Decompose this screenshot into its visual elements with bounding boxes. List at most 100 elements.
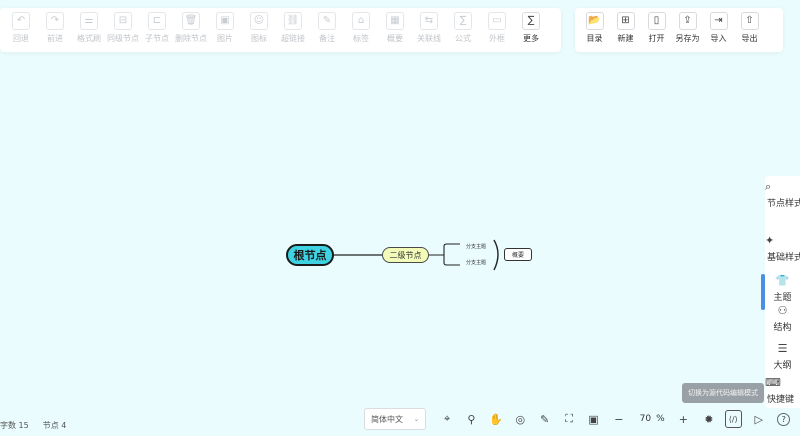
format-painter-label: 格式刷 bbox=[77, 34, 101, 43]
settings-icon[interactable]: ✹ bbox=[700, 410, 717, 428]
outline-label: 大纲 bbox=[773, 361, 792, 371]
help-icon[interactable]: ? bbox=[777, 412, 791, 426]
sibling-node-button[interactable]: ⊟ 同级节点 bbox=[107, 12, 139, 44]
undo-button[interactable]: ↶ 回退 bbox=[5, 12, 37, 44]
hand-icon[interactable]: ✋ bbox=[487, 410, 504, 428]
redo-label: 前进 bbox=[47, 34, 63, 43]
format-painter-icon: ⚌ bbox=[80, 12, 98, 30]
mindmap-canvas: 根节点 二级节点 分支主题 分支主题 概要 bbox=[0, 0, 800, 436]
note-label: 备注 bbox=[319, 34, 335, 43]
icon-label: 图标 bbox=[251, 34, 267, 43]
open-button[interactable]: ▯ 打开 bbox=[643, 12, 671, 44]
outline-icon: ☰ bbox=[777, 342, 788, 355]
root-node[interactable]: 根节点 bbox=[286, 244, 334, 266]
import-icon: ⇥ bbox=[709, 12, 728, 30]
redo-icon: ↷ bbox=[46, 12, 64, 30]
directory-icon: 📂 bbox=[585, 12, 604, 30]
outer-frame-label: 外框 bbox=[489, 34, 505, 43]
new-label: 新建 bbox=[617, 34, 634, 43]
presentation-icon[interactable]: ▷ bbox=[750, 410, 767, 428]
second-level-node[interactable]: 二级节点 bbox=[382, 247, 429, 263]
compass-icon[interactable]: ◎ bbox=[512, 410, 529, 428]
redo-button[interactable]: ↷ 前进 bbox=[39, 12, 71, 44]
fit-screen-icon[interactable]: ⛶ bbox=[560, 410, 577, 428]
locate-icon[interactable]: ⌖ bbox=[438, 410, 455, 428]
side-theme[interactable]: 👕 主题 bbox=[765, 274, 800, 303]
summary-bracket bbox=[493, 239, 499, 271]
side-outline[interactable]: ☰ 大纲 bbox=[765, 342, 800, 371]
second-to-branch-lines bbox=[429, 243, 460, 266]
summary-node[interactable]: 概要 bbox=[504, 248, 532, 261]
mindmap-connectors bbox=[334, 239, 499, 271]
export-label: 导出 bbox=[741, 34, 758, 43]
hyperlink-button[interactable]: ⛓ 超链接 bbox=[277, 12, 309, 44]
formula-button[interactable]: ∑ 公式 bbox=[447, 12, 479, 44]
relation-line-label: 关联线 bbox=[417, 34, 441, 43]
more-button[interactable]: ∑ 更多 bbox=[515, 12, 547, 44]
status-bar: 字数 15 节点 4 bbox=[0, 420, 66, 431]
zoom-value[interactable]: 70 bbox=[638, 414, 651, 424]
import-label: 导入 bbox=[710, 34, 727, 43]
child-node-label: 子节点 bbox=[145, 34, 169, 43]
import-button[interactable]: ⇥ 导入 bbox=[705, 12, 733, 44]
format-painter-button[interactable]: ⚌ 格式刷 bbox=[73, 12, 105, 44]
tag-button[interactable]: ⌂ 标签 bbox=[345, 12, 377, 44]
formula-icon: ∑ bbox=[454, 12, 472, 30]
zoom-out-icon[interactable]: − bbox=[610, 410, 627, 428]
image-label: 图片 bbox=[217, 34, 233, 43]
side-shortcuts[interactable]: ⌨ 快捷键 bbox=[765, 376, 800, 405]
summary-button[interactable]: ▦ 概要 bbox=[379, 12, 411, 44]
undo-label: 回退 bbox=[13, 34, 29, 43]
side-node-style[interactable]: ⌕ 节点样式 bbox=[765, 180, 800, 209]
relation-line-button[interactable]: ⇆ 关联线 bbox=[413, 12, 445, 44]
node-style-label: 节点样式 bbox=[767, 199, 800, 209]
image-button[interactable]: ▣ 图片 bbox=[209, 12, 241, 44]
child-node-button[interactable]: ⊏ 子节点 bbox=[141, 12, 173, 44]
language-select[interactable]: 简体中文 ⌄ bbox=[364, 408, 427, 430]
open-icon: ▯ bbox=[647, 12, 666, 30]
tag-icon: ⌂ bbox=[352, 12, 370, 30]
source-mode-tooltip: 切换为源代码编辑模式 bbox=[682, 383, 764, 403]
branch-node-2[interactable]: 分支主题 bbox=[460, 258, 492, 266]
edit-icon[interactable]: ✎ bbox=[536, 410, 553, 428]
minimap-icon[interactable]: ▣ bbox=[585, 410, 602, 428]
structure-label: 结构 bbox=[773, 323, 792, 333]
sibling-node-icon: ⊟ bbox=[114, 12, 132, 30]
open-label: 打开 bbox=[648, 34, 665, 43]
new-button[interactable]: ⊞ 新建 bbox=[612, 12, 640, 44]
icon-icon: ☺ bbox=[250, 12, 268, 30]
sibling-node-label: 同级节点 bbox=[107, 34, 139, 43]
word-count: 字数 15 bbox=[0, 421, 29, 430]
base-style-label: 基础样式 bbox=[767, 253, 800, 263]
save-as-label: 另存为 bbox=[675, 34, 700, 43]
bottom-toolbar: 简体中文 ⌄ ⌖ ⚲ ✋ ◎ ✎ ⛶ ▣ − 70 % + ✹ ⟨/⟩ ▷ ? bbox=[364, 404, 791, 434]
note-icon: ✎ bbox=[318, 12, 336, 30]
export-button[interactable]: ⇧ 导出 bbox=[736, 12, 764, 44]
search-icon[interactable]: ⚲ bbox=[463, 410, 480, 428]
note-button[interactable]: ✎ 备注 bbox=[311, 12, 343, 44]
new-icon: ⊞ bbox=[616, 12, 635, 30]
image-icon: ▣ bbox=[216, 12, 234, 30]
tag-label: 标签 bbox=[353, 34, 369, 43]
save-as-button[interactable]: ⇪ 另存为 bbox=[674, 12, 702, 44]
structure-icon: ⚇ bbox=[777, 304, 788, 317]
summary-icon: ▦ bbox=[386, 12, 404, 30]
outer-frame-icon: ▭ bbox=[488, 12, 506, 30]
side-structure[interactable]: ⚇ 结构 bbox=[765, 304, 800, 333]
child-node-icon: ⊏ bbox=[148, 12, 166, 30]
icon-button[interactable]: ☺ 图标 bbox=[243, 12, 275, 44]
side-base-style[interactable]: ✦ 基础样式 bbox=[765, 234, 800, 263]
delete-node-label: 删除节点 bbox=[175, 34, 207, 43]
chevron-down-icon: ⌄ bbox=[413, 415, 420, 423]
shortcuts-icon: ⌨ bbox=[765, 376, 781, 389]
delete-node-button[interactable]: 🗑 删除节点 bbox=[175, 12, 207, 44]
directory-button[interactable]: 📂 目录 bbox=[581, 12, 609, 44]
save-as-icon: ⇪ bbox=[678, 12, 697, 30]
undo-icon: ↶ bbox=[12, 12, 30, 30]
file-toolbar: 📂 目录 ⊞ 新建 ▯ 打开 ⇪ 另存为 ⇥ 导入 ⇧ 导出 bbox=[575, 8, 783, 52]
branch-node-1[interactable]: 分支主题 bbox=[460, 242, 492, 250]
zoom-in-icon[interactable]: + bbox=[675, 410, 692, 428]
outer-frame-button[interactable]: ▭ 外框 bbox=[481, 12, 513, 44]
theme-label: 主题 bbox=[773, 293, 792, 303]
source-code-icon[interactable]: ⟨/⟩ bbox=[724, 410, 742, 428]
